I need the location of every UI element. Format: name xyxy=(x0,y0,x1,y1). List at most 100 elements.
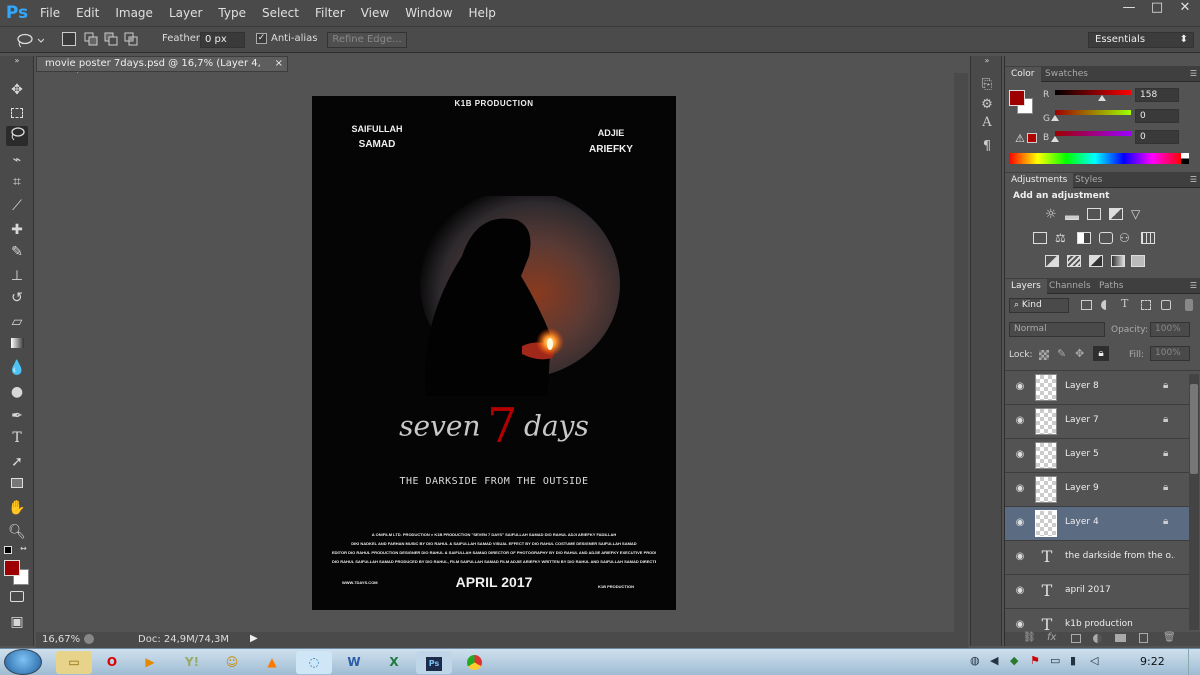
tab-channels[interactable]: Channels xyxy=(1043,279,1097,294)
eye-icon[interactable]: ◉ xyxy=(1013,517,1027,529)
clock[interactable]: 9:22 xyxy=(1140,655,1165,668)
curves-icon[interactable] xyxy=(1087,208,1101,220)
menu-select[interactable]: Select xyxy=(254,1,307,25)
delete-layer-icon[interactable]: 🗑︎ xyxy=(1163,632,1176,643)
threshold-icon[interactable] xyxy=(1089,255,1103,267)
taskbar-explorer-icon[interactable]: ▭ xyxy=(56,651,92,674)
status-share-icon[interactable] xyxy=(84,634,94,644)
taskbar-excel-icon[interactable]: X xyxy=(376,651,412,674)
tab-adjustments[interactable]: Adjustments xyxy=(1005,173,1074,188)
refine-edge-button[interactable]: Refine Edge... xyxy=(327,32,407,48)
eye-icon[interactable]: ◉ xyxy=(1013,551,1027,563)
start-button[interactable] xyxy=(4,649,42,675)
taskbar-photoshop-icon[interactable]: Ps xyxy=(416,651,452,674)
hand-tool-icon[interactable]: ✋ xyxy=(6,498,28,518)
taskbar-media-player-icon[interactable]: ▶ xyxy=(132,651,168,674)
taskbar-vlc-icon[interactable]: ▲ xyxy=(254,651,290,674)
new-adjustment-layer-icon[interactable] xyxy=(1093,634,1102,643)
eye-icon[interactable]: ◉ xyxy=(1013,449,1027,461)
eye-icon[interactable]: ◉ xyxy=(1013,381,1027,393)
taskbar-chat-icon[interactable]: ☺ xyxy=(214,651,250,674)
crop-tool-icon[interactable]: ⌗ xyxy=(6,172,28,192)
minimize-button[interactable]: — xyxy=(1118,0,1140,16)
workspace-select[interactable]: Essentials ⬍ xyxy=(1088,32,1194,48)
fill-input[interactable]: 100% xyxy=(1150,346,1190,361)
healing-brush-tool-icon[interactable]: ✚ xyxy=(6,220,28,240)
menu-view[interactable]: View xyxy=(353,1,397,25)
gradient-map-triangle-icon[interactable]: ▽ xyxy=(1131,207,1140,221)
gradient-tool-icon[interactable] xyxy=(6,334,28,354)
path-selection-tool-icon[interactable]: ➚ xyxy=(6,452,28,472)
layer-style-icon[interactable]: fx xyxy=(1047,632,1056,643)
vertical-scrollbar[interactable] xyxy=(954,73,968,632)
new-group-icon[interactable] xyxy=(1115,634,1126,642)
foreground-color-swatch[interactable] xyxy=(4,560,20,576)
r-value-input[interactable]: 158 xyxy=(1135,88,1179,102)
filter-pixel-icon[interactable] xyxy=(1081,300,1092,310)
pen-tool-icon[interactable]: ✒ xyxy=(6,406,28,426)
layer-row[interactable]: ◉ T the darkside from the o... xyxy=(1005,541,1193,575)
eye-icon[interactable]: ◉ xyxy=(1013,415,1027,427)
spectrum-black-white[interactable] xyxy=(1181,153,1189,164)
brush-tool-icon[interactable]: ✎ xyxy=(6,242,28,262)
feather-input[interactable]: 0 px xyxy=(200,32,245,48)
blur-tool-icon[interactable]: 💧 xyxy=(6,358,28,378)
move-tool-icon[interactable]: ✥ xyxy=(6,80,28,100)
tab-paths[interactable]: Paths xyxy=(1093,279,1129,294)
opacity-input[interactable]: 100% xyxy=(1150,322,1190,337)
black-white-icon[interactable] xyxy=(1099,232,1113,244)
layer-row[interactable]: ◉ Layer 7 🔒︎ xyxy=(1005,405,1193,439)
swap-colors-icon[interactable]: ↔ xyxy=(20,544,30,554)
selective-color-icon[interactable] xyxy=(1131,255,1145,267)
collapse-strip-icon[interactable]: » xyxy=(977,56,997,66)
channel-mixer-icon[interactable] xyxy=(1141,232,1155,244)
panel-menu-icon[interactable]: ☰ xyxy=(1190,175,1197,184)
lock-all-icon[interactable]: 🔒︎ xyxy=(1093,346,1109,361)
lock-image-icon[interactable]: ✎ xyxy=(1057,347,1066,360)
tray-monitor-icon[interactable]: ▭ xyxy=(1050,654,1060,667)
color-fg-swatch[interactable] xyxy=(1009,90,1025,106)
filter-smart-object-icon[interactable] xyxy=(1161,300,1171,310)
tab-layers[interactable]: Layers xyxy=(1005,279,1047,294)
photo-filter-icon[interactable]: ⚇ xyxy=(1119,231,1130,245)
history-brush-tool-icon[interactable]: ↺ xyxy=(6,288,28,308)
r-slider[interactable] xyxy=(1055,90,1131,95)
tray-signal-icon[interactable]: ▮ xyxy=(1070,654,1076,667)
layers-scrollbar[interactable] xyxy=(1189,374,1199,630)
type-tool-icon[interactable]: T xyxy=(6,428,28,448)
brightness-contrast-icon[interactable]: ☼ xyxy=(1045,207,1057,222)
tab-styles[interactable]: Styles xyxy=(1069,173,1108,188)
zoom-tool-icon[interactable]: 🔍︎ xyxy=(6,522,28,542)
b-value-input[interactable]: 0 xyxy=(1135,130,1179,144)
layer-row[interactable]: ◉ T k1b production xyxy=(1005,609,1193,630)
properties-panel-icon[interactable]: ⚙ xyxy=(977,96,997,114)
close-button[interactable]: ✕ xyxy=(1174,0,1196,16)
hue-saturation-icon[interactable]: ⚖ xyxy=(1055,231,1066,245)
tray-volume-icon[interactable]: ◀ xyxy=(990,654,998,667)
character-panel-icon[interactable]: A xyxy=(977,114,997,132)
gradient-map-icon[interactable] xyxy=(1111,255,1125,267)
paragraph-panel-icon[interactable]: ¶ xyxy=(977,138,997,156)
new-layer-icon[interactable] xyxy=(1139,633,1148,643)
b-slider[interactable] xyxy=(1055,131,1131,136)
filter-adjustment-icon[interactable] xyxy=(1101,300,1111,310)
b-slider-thumb-icon[interactable] xyxy=(1051,136,1059,142)
default-colors-icon[interactable] xyxy=(4,546,12,554)
layer-row[interactable]: ◉ Layer 8 🔒︎ xyxy=(1005,371,1193,405)
menu-type[interactable]: Type xyxy=(210,1,254,25)
close-tab-icon[interactable]: × xyxy=(275,57,283,71)
tray-flag-icon[interactable]: ⚑ xyxy=(1030,654,1040,667)
history-panel-icon[interactable]: ⎘ xyxy=(977,76,997,94)
filter-toggle-icon[interactable] xyxy=(1185,299,1193,311)
clone-stamp-tool-icon[interactable]: ⊥ xyxy=(6,266,28,286)
eyedropper-tool-icon[interactable]: ⟋ xyxy=(6,196,28,216)
r-slider-thumb-icon[interactable] xyxy=(1098,95,1107,101)
tray-app-icon[interactable]: ◆ xyxy=(1010,654,1018,667)
intersect-selection-icon[interactable] xyxy=(124,32,138,46)
tab-swatches[interactable]: Swatches xyxy=(1039,67,1094,82)
lasso-tool-icon[interactable] xyxy=(6,126,28,146)
exposure-icon[interactable] xyxy=(1109,208,1123,220)
lasso-tool-preset-icon[interactable] xyxy=(14,31,45,49)
menu-edit[interactable]: Edit xyxy=(68,1,107,25)
taskbar-word-icon[interactable]: W xyxy=(336,651,372,674)
